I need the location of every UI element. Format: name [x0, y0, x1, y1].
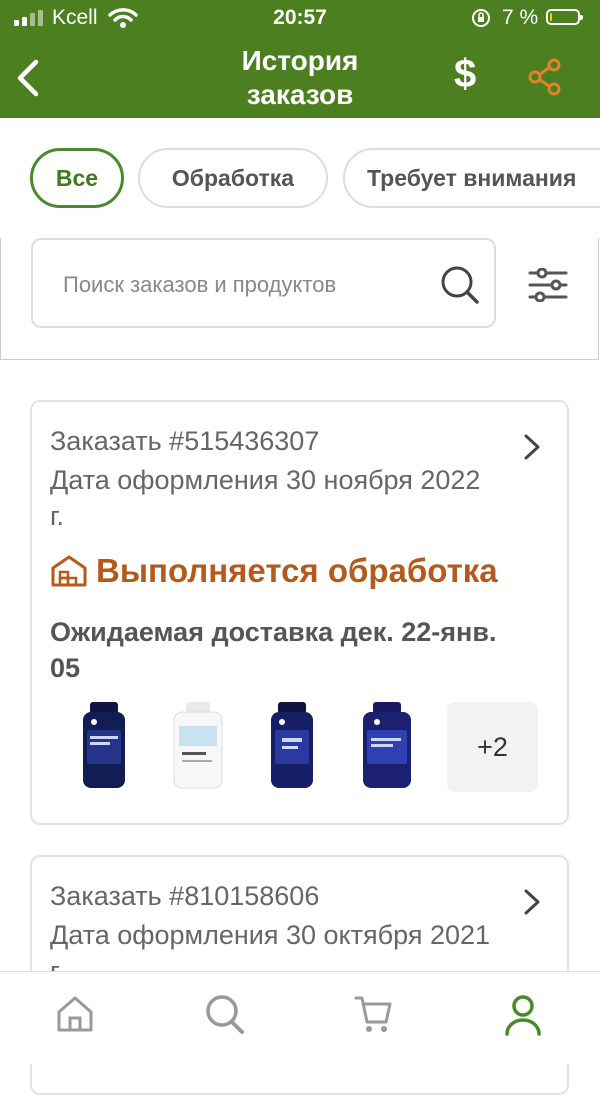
more-products[interactable]: +2 — [447, 702, 538, 792]
status-bar: Kcell 20:57 7 % — [0, 0, 600, 36]
order-number: Заказать #810158606 — [50, 881, 320, 911]
product-thumbnail[interactable] — [357, 700, 417, 792]
warehouse-icon — [51, 555, 87, 587]
home-icon[interactable] — [56, 994, 94, 1034]
order-status-text: Выполняется обработка — [96, 552, 498, 589]
search-input[interactable] — [61, 260, 425, 310]
share-icon[interactable] — [527, 58, 563, 96]
app-header: Kcell 20:57 7 % История заказов $ — [0, 0, 600, 118]
product-thumbnail[interactable] — [168, 700, 228, 792]
order-card[interactable]: Заказать #515436307 Дата оформления 30 н… — [30, 400, 569, 825]
chevron-right-icon[interactable] — [522, 432, 542, 462]
search-box — [31, 238, 496, 328]
filter-processing[interactable]: Обработка — [138, 148, 328, 208]
currency-button[interactable]: $ — [454, 52, 476, 97]
tab-bar — [0, 971, 600, 1064]
filter-chips: Все Обработка Требует внимания — [0, 148, 600, 212]
battery-percent: 7 % — [502, 6, 539, 29]
filter-all[interactable]: Все — [30, 148, 124, 208]
filter-attention[interactable]: Требует внимания — [343, 148, 600, 208]
order-status: Выполняется обработка — [50, 552, 498, 590]
expected-delivery: Ожидаемая доставка дек. 22-янв. 05 — [50, 617, 497, 683]
search-area — [0, 238, 599, 360]
search-icon[interactable] — [205, 994, 245, 1036]
product-thumbnail[interactable] — [262, 700, 322, 792]
chevron-right-icon[interactable] — [522, 887, 542, 917]
rotation-lock-icon — [472, 9, 490, 27]
order-date: Дата оформления 30 ноября 2022 г. — [50, 465, 481, 531]
cart-icon[interactable] — [354, 994, 392, 1034]
battery-icon — [546, 9, 583, 25]
account-icon[interactable] — [504, 994, 542, 1036]
filter-sliders-icon[interactable] — [528, 268, 568, 302]
order-number: Заказать #515436307 — [50, 426, 320, 456]
page-title: История заказов — [241, 45, 359, 110]
search-icon[interactable] — [440, 265, 480, 305]
product-thumbnail[interactable] — [74, 700, 134, 792]
back-arrow-icon[interactable] — [10, 58, 46, 98]
